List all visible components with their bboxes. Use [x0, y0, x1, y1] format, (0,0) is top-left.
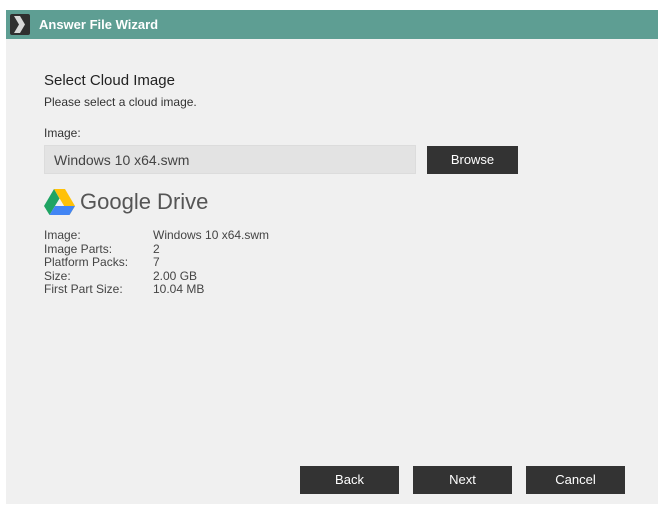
provider-header: Google Drive [44, 187, 208, 217]
detail-value: 2 [153, 241, 160, 256]
detail-value: 2.00 GB [153, 268, 198, 283]
google-drive-icon [44, 189, 75, 215]
detail-label: Image: [44, 228, 81, 242]
detail-row-image-parts: Image Parts: 2 [44, 241, 269, 257]
browse-button[interactable]: Browse [427, 146, 518, 174]
cancel-button[interactable]: Cancel [526, 466, 625, 494]
title-bar: Answer File Wizard [6, 10, 658, 39]
detail-value: 7 [153, 255, 160, 269]
detail-label: Image Parts: [44, 241, 113, 256]
detail-row-size: Size: 2.00 GB [44, 268, 269, 284]
app-icon [10, 14, 30, 35]
page-title: Select Cloud Image [44, 72, 175, 89]
image-details: Image: Windows 10 x64.swm Image Parts: 2… [44, 228, 270, 297]
image-field-label: Image: [44, 126, 81, 140]
detail-label: Platform Packs: [44, 255, 129, 269]
back-button[interactable]: Back [300, 466, 399, 494]
detail-row-image: Image: Windows 10 x64.swm [44, 228, 270, 243]
detail-row-platform-packs: Platform Packs: 7 [44, 255, 269, 270]
page-subtitle: Please select a cloud image. [44, 95, 197, 109]
detail-label: Size: [44, 268, 71, 283]
detail-label: First Part Size: [44, 282, 123, 296]
wizard-window: Answer File Wizard Select Cloud Image Pl… [6, 10, 658, 504]
next-button[interactable]: Next [413, 466, 512, 494]
detail-row-first-part-size: First Part Size: 10.04 MB [44, 282, 269, 297]
detail-value: Windows 10 x64.swm [153, 228, 270, 242]
window-title: Answer File Wizard [39, 17, 159, 32]
provider-name: Google Drive [80, 189, 209, 214]
image-path-input[interactable] [44, 145, 416, 174]
detail-value: 10.04 MB [153, 282, 205, 296]
